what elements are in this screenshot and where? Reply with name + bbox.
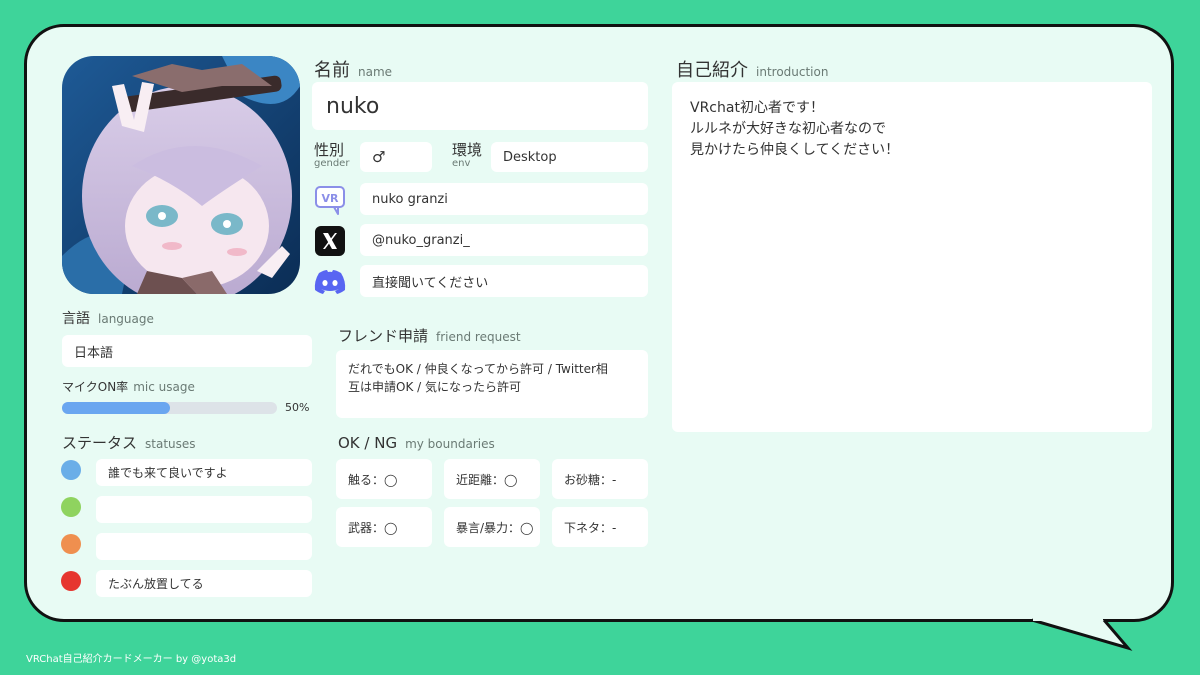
- mic-usage-fill: [62, 402, 170, 414]
- status-dot-green: [61, 497, 81, 517]
- discord-field: 直接聞いてください: [360, 265, 648, 297]
- statuses-label: ステータス statuses: [62, 434, 196, 452]
- name-field: nuko: [312, 82, 648, 130]
- gender-label: 性別 gender: [314, 141, 350, 169]
- status-dot-orange: [61, 534, 81, 554]
- gender-field: ♂: [360, 142, 432, 172]
- env-label: 環境 env: [452, 141, 483, 169]
- status-text-4: たぶん放置してる: [96, 570, 312, 597]
- footer-credit: VRChat自己紹介カードメーカー by @yota3d: [26, 654, 237, 665]
- status-dot-red: [61, 571, 81, 591]
- intro-field: VRchat初心者です！ ルルネが大好きな初心者なので 見かけたら仲良くしてくだ…: [672, 82, 1152, 432]
- intro-line-2: ルルネが大好きな初心者なので: [690, 121, 886, 137]
- mic-percent: 50%: [285, 401, 310, 414]
- boundary-weapons: 武器：◯: [336, 507, 432, 547]
- friend-request-field: だれでもOK / 仲良くなってから許可 / Twitter相 互は申請OK / …: [336, 350, 648, 418]
- status-text-1: 誰でも来て良いですよ: [96, 459, 312, 486]
- vrchat-icon: VR: [313, 183, 347, 217]
- boundary-touch: 触る：◯: [336, 459, 432, 499]
- intro-line-1: VRchat初心者です！: [690, 100, 824, 116]
- env-field: Desktop: [491, 142, 648, 172]
- friend-request-label: フレンド申請 friend request: [338, 327, 521, 345]
- status-dot-blue: [61, 460, 81, 480]
- boundary-violence: 暴言/暴力：◯: [444, 507, 540, 547]
- boundary-close-distance: 近距離：◯: [444, 459, 540, 499]
- status-text-2: [96, 496, 312, 523]
- boundary-sugar: お砂糖：-: [552, 459, 648, 499]
- x-logo-icon: [313, 224, 347, 258]
- friend-request-line-1: だれでもOK / 仲良くなってから許可 / Twitter相: [348, 362, 608, 376]
- intro-line-3: 見かけたら仲良くしてください！: [690, 142, 900, 158]
- vrchat-name-field: nuko granzi: [360, 183, 648, 215]
- mic-usage-bar: [62, 402, 277, 414]
- discord-icon: [313, 265, 347, 299]
- status-text-3: [96, 533, 312, 560]
- boundaries-label: OK / NG my boundaries: [338, 434, 495, 452]
- mic-label: マイクON率 mic usage: [62, 380, 195, 394]
- name-label: 名前 name: [314, 60, 393, 81]
- friend-request-line-2: 互は申請OK / 気になったら許可: [348, 380, 521, 394]
- svg-text:VR: VR: [322, 192, 340, 205]
- language-label: 言語 language: [62, 311, 154, 327]
- language-field: 日本語: [62, 335, 312, 367]
- avatar: [62, 56, 300, 294]
- intro-label: 自己紹介 introduction: [676, 60, 829, 81]
- boundary-lewd: 下ネタ：-: [552, 507, 648, 547]
- x-handle-field: @nuko_granzi_: [360, 224, 648, 256]
